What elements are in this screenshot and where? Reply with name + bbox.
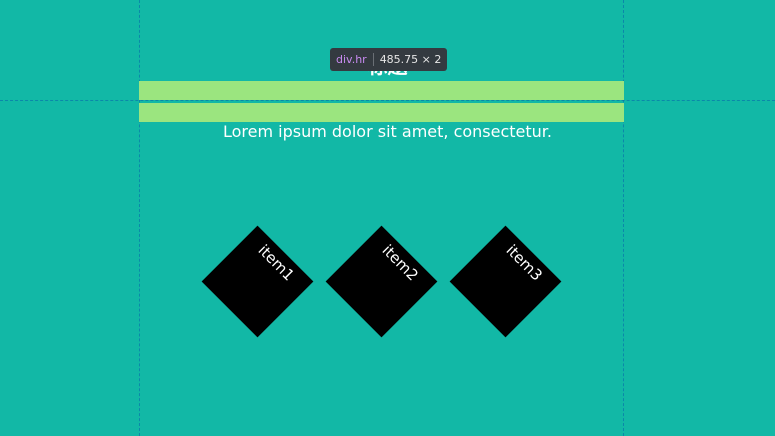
diamond-item-1-label: item1 [254, 240, 298, 284]
hr-highlight-bottom [139, 103, 624, 122]
tooltip-element-tag: div.hr [336, 53, 367, 66]
diamond-item-1: item1 [201, 225, 313, 337]
tooltip-separator [372, 53, 374, 66]
diamond-item-2-label: item2 [378, 240, 422, 284]
page-subtitle: Lorem ipsum dolor sit amet, consectetur. [222, 122, 552, 141]
devtools-tooltip: div.hr 485.75 × 2 [330, 48, 448, 71]
devtools-guide-horizontal [0, 100, 775, 101]
diamond-item-3-label: item3 [502, 240, 546, 284]
tooltip-element-size: 485.75 × 2 [379, 53, 442, 66]
hr-highlight-top [139, 81, 624, 100]
diamond-item-3: item3 [449, 225, 561, 337]
diamond-item-2: item2 [325, 225, 437, 337]
